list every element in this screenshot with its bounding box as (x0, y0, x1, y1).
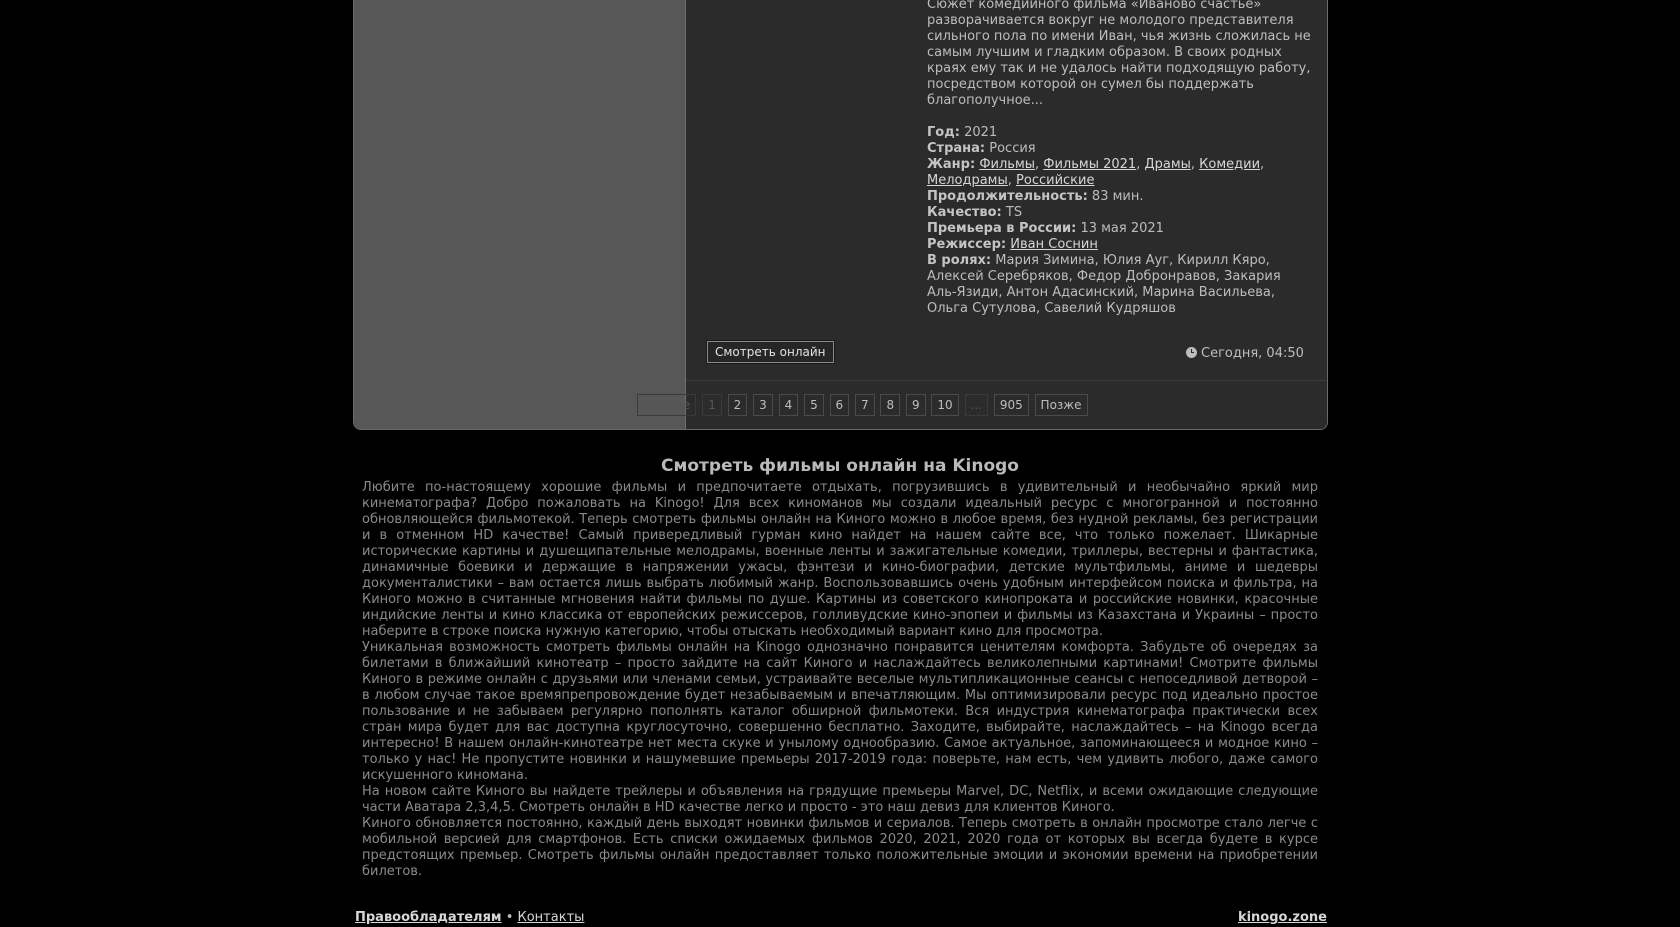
genre-link[interactable]: Драмы (1144, 157, 1190, 172)
watch-online-button[interactable]: Смотреть онлайн (707, 341, 834, 363)
seo-paragraph: Любите по-настоящему хорошие фильмы и пр… (362, 480, 1318, 639)
movie-meta: Год: 2021 Страна: Россия Жанр: Фильмы, Ф… (927, 125, 1312, 317)
pagination-current-page: 1 (702, 394, 722, 416)
seo-text: Смотреть фильмы онлайн на Kinogo Любите … (362, 455, 1318, 880)
director-row: Режиссер: Иван Соснин (927, 237, 1312, 253)
seo-paragraph: Уникальная возможность смотреть фильмы о… (362, 640, 1318, 783)
pagination-page[interactable]: 2 (727, 394, 748, 416)
pagination-divider (686, 380, 1326, 381)
publish-date: Сегодня, 04:50 (1186, 346, 1304, 361)
seo-paragraph: Киного обновляется постоянно, каждый ден… (362, 816, 1318, 879)
pagination-page[interactable]: 5 (804, 394, 824, 416)
genre-link[interactable]: Российские (1016, 173, 1094, 188)
pagination-last-page[interactable]: 905 (993, 394, 1029, 416)
site-domain: kinogo.zone (1238, 910, 1327, 925)
cast-label: В ролях: (927, 253, 992, 268)
footer-links: Правообладателям • Контакты (355, 910, 584, 925)
seo-paragraph: На новом сайте Киного вы найдете трейлер… (362, 784, 1318, 815)
director-label: Режиссер: (927, 237, 1007, 252)
pagination-page[interactable]: 6 (829, 394, 850, 416)
quality-label: Качество: (927, 205, 1002, 220)
cast-row: В ролях: Мария Зимина, Юлия Ауг, Кирилл … (927, 253, 1312, 317)
premiere-label: Премьера в России: (927, 221, 1077, 236)
year-row: Год: 2021 (927, 125, 1312, 141)
pagination-prev: Раньше (636, 394, 697, 416)
pagination-page[interactable]: 3 (753, 394, 773, 416)
seo-title: Смотреть фильмы онлайн на Kinogo (661, 456, 1019, 476)
quality-row: Качество: TS (927, 205, 1312, 221)
premiere-value: 13 мая 2021 (1080, 221, 1164, 236)
pagination: Раньше 1 2 3 4 5 6 7 8 9 10 ... 905 Позж… (0, 394, 1680, 416)
premiere-row: Премьера в России: 13 мая 2021 (927, 221, 1312, 237)
pagination-next[interactable]: Позже (1034, 394, 1088, 416)
site-domain-link[interactable]: kinogo.zone (1238, 910, 1327, 925)
footer-separator: • (505, 910, 514, 925)
duration-row: Продолжительность: 83 мин. (927, 189, 1312, 205)
country-label: Страна: (927, 141, 986, 156)
clock-icon (1186, 347, 1197, 358)
duration-value: 83 мин. (1091, 189, 1144, 204)
duration-label: Продолжительность: (927, 189, 1088, 204)
movie-info: Сюжет комедийного фильма «Иваново счасть… (927, 0, 1312, 317)
pagination-page[interactable]: 7 (855, 394, 875, 416)
pagination-page[interactable]: 9 (905, 394, 926, 416)
genre-label: Жанр: (927, 157, 976, 172)
genre-link[interactable]: Фильмы 2021 (1043, 157, 1136, 172)
pagination-page[interactable]: 4 (778, 394, 799, 416)
year-label: Год: (927, 125, 960, 140)
genre-link[interactable]: Мелодрамы (927, 173, 1008, 188)
publish-date-text: Сегодня, 04:50 (1201, 346, 1304, 361)
pagination-ellipsis: ... (964, 394, 988, 416)
quality-value: TS (1005, 205, 1023, 220)
pagination-page[interactable]: 8 (880, 394, 901, 416)
contacts-link[interactable]: Контакты (518, 910, 585, 925)
director-link[interactable]: Иван Соснин (1010, 237, 1098, 252)
copyright-holders-link[interactable]: Правообладателям (355, 910, 502, 925)
genre-link[interactable]: Фильмы (979, 157, 1035, 172)
movie-description: Сюжет комедийного фильма «Иваново счасть… (927, 0, 1311, 108)
country-row: Страна: Россия (927, 141, 1312, 157)
country-value: Россия (989, 141, 1036, 156)
genre-row: Жанр: Фильмы, Фильмы 2021, Драмы, Комеди… (927, 157, 1265, 188)
poster-area (354, 0, 686, 429)
pagination-page[interactable]: 10 (931, 394, 959, 416)
year-value: 2021 (964, 125, 998, 140)
genre-link[interactable]: Комедии (1199, 157, 1260, 172)
